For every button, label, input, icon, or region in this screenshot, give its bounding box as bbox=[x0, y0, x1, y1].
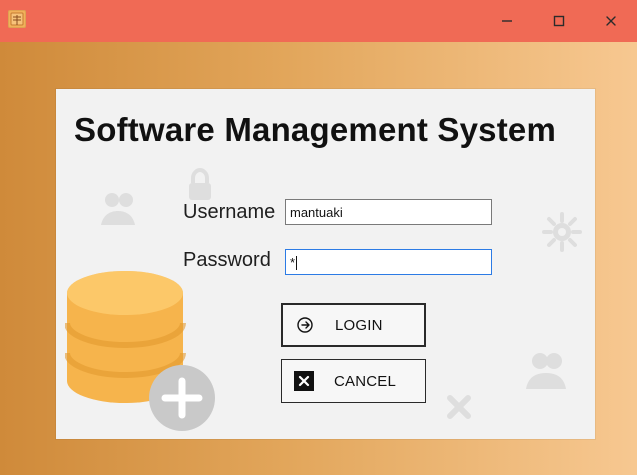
login-window: Software Management System Username mant… bbox=[0, 0, 637, 475]
password-label: Password bbox=[183, 249, 271, 271]
cancel-button[interactable]: CANCEL bbox=[281, 359, 426, 403]
maximize-button[interactable] bbox=[533, 0, 585, 42]
x-icon bbox=[442, 390, 476, 429]
username-value: mantuaki bbox=[290, 204, 343, 220]
page-title: Software Management System bbox=[74, 111, 557, 148]
username-field[interactable]: mantuaki bbox=[285, 199, 492, 225]
login-button[interactable]: LOGIN bbox=[281, 303, 426, 347]
login-icon bbox=[293, 313, 317, 337]
minimize-button[interactable] bbox=[481, 0, 533, 42]
gear-icon bbox=[540, 210, 584, 259]
app-icon bbox=[8, 10, 26, 28]
username-label: Username bbox=[183, 201, 276, 223]
close-button[interactable] bbox=[585, 0, 637, 42]
people-icon bbox=[95, 185, 141, 236]
minimize-icon bbox=[500, 14, 514, 28]
cancel-label: CANCEL bbox=[334, 372, 397, 390]
text-caret bbox=[296, 256, 298, 270]
cancel-icon bbox=[292, 369, 316, 393]
password-field[interactable]: * bbox=[285, 249, 492, 275]
database-icon bbox=[64, 268, 215, 433]
people-icon bbox=[520, 343, 572, 400]
password-value: * bbox=[290, 254, 296, 270]
close-icon bbox=[604, 14, 618, 28]
login-label: LOGIN bbox=[335, 316, 383, 334]
maximize-icon bbox=[552, 14, 566, 28]
title-bar bbox=[0, 0, 637, 42]
